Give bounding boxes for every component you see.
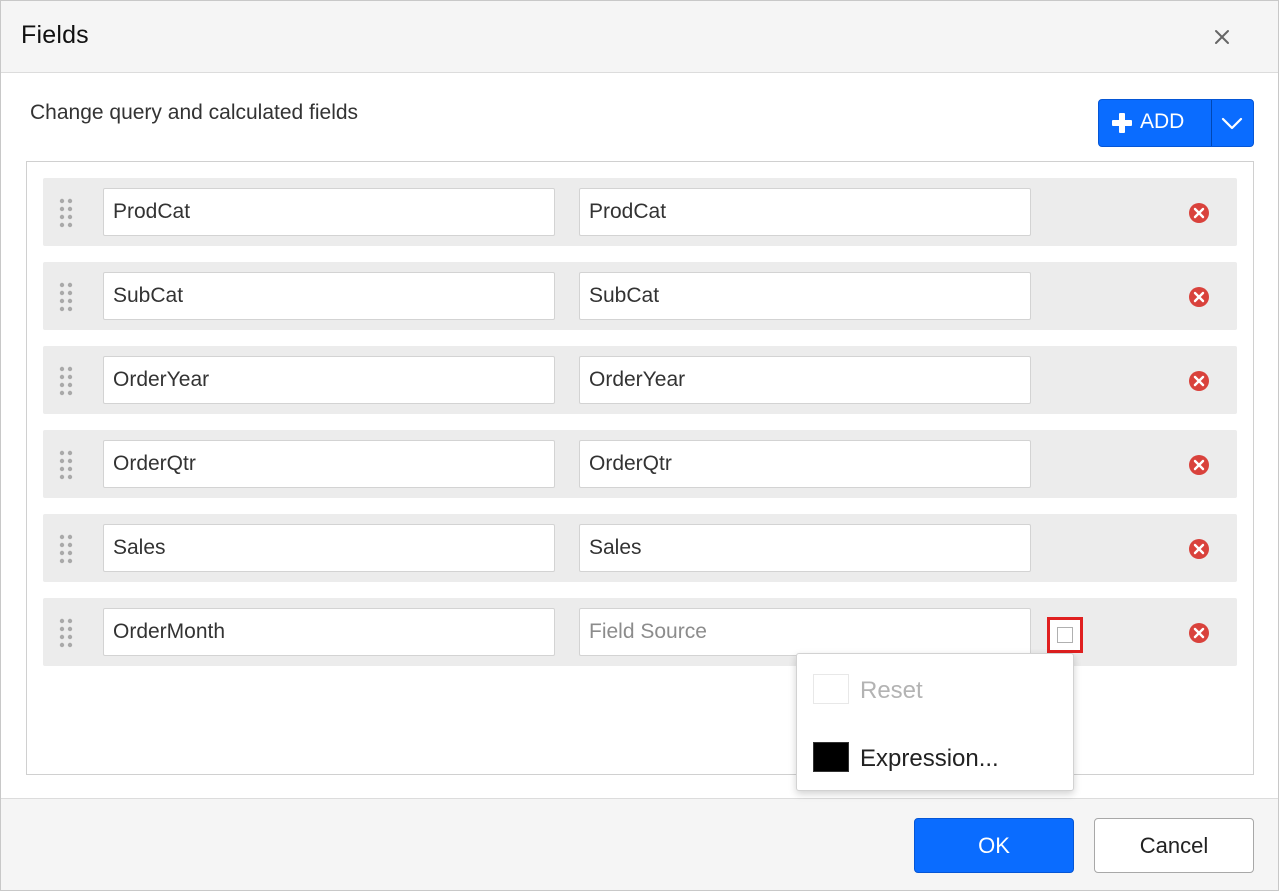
dialog-subtitle: Change query and calculated fields <box>30 101 359 124</box>
field-row <box>43 262 1237 330</box>
drag-handle-icon[interactable] <box>58 450 74 480</box>
drag-handle-icon[interactable] <box>58 618 74 648</box>
field-source-input[interactable] <box>579 188 1031 236</box>
close-button[interactable] <box>1210 25 1234 49</box>
field-name-input[interactable] <box>103 524 555 572</box>
remove-field-button[interactable] <box>1188 370 1210 392</box>
field-name-input[interactable] <box>103 440 555 488</box>
fields-dialog: Fields Change query and calculated field… <box>0 0 1279 891</box>
remove-circle-icon <box>1189 203 1209 223</box>
add-button-label: ADD <box>1140 110 1185 133</box>
menu-item-label: Expression... <box>860 745 999 772</box>
field-source-input[interactable] <box>579 272 1031 320</box>
menu-item-reset[interactable]: Reset <box>797 658 1073 718</box>
remove-field-button[interactable] <box>1188 538 1210 560</box>
remove-field-button[interactable] <box>1188 286 1210 308</box>
field-source-input[interactable] <box>579 524 1031 572</box>
remove-circle-icon <box>1189 371 1209 391</box>
drag-handle-icon[interactable] <box>58 282 74 312</box>
menu-item-expression[interactable]: Expression... <box>797 726 1073 786</box>
remove-circle-icon <box>1189 455 1209 475</box>
menu-item-label: Reset <box>860 677 923 704</box>
chevron-down-icon <box>1221 117 1243 130</box>
remove-field-button[interactable] <box>1188 454 1210 476</box>
expression-menu-toggle[interactable] <box>1047 617 1083 653</box>
remove-circle-icon <box>1189 623 1209 643</box>
remove-field-button[interactable] <box>1188 622 1210 644</box>
drag-handle-icon[interactable] <box>58 366 74 396</box>
field-name-input[interactable] <box>103 272 555 320</box>
field-row <box>43 178 1237 246</box>
ok-button[interactable]: OK <box>914 818 1074 873</box>
field-name-input[interactable] <box>103 356 555 404</box>
remove-circle-icon <box>1189 287 1209 307</box>
dialog-header: Fields <box>1 1 1278 73</box>
drag-handle-icon[interactable] <box>58 198 74 228</box>
plus-icon <box>1112 113 1132 133</box>
expression-swatch-icon <box>813 742 849 772</box>
remove-field-button[interactable] <box>1188 202 1210 224</box>
field-row <box>43 346 1237 414</box>
field-source-input[interactable] <box>579 356 1031 404</box>
add-dropdown-button[interactable] <box>1212 100 1253 146</box>
drag-handle-icon[interactable] <box>58 534 74 564</box>
reset-swatch-icon <box>813 674 849 704</box>
add-button[interactable]: ADD <box>1099 100 1211 146</box>
dialog-footer: OK Cancel <box>1 798 1278 890</box>
dialog-title: Fields <box>21 21 89 49</box>
add-split-button: ADD <box>1098 99 1254 147</box>
cancel-button[interactable]: Cancel <box>1094 818 1254 873</box>
field-name-input[interactable] <box>103 188 555 236</box>
expression-swatch-icon <box>1057 627 1073 643</box>
field-row <box>43 514 1237 582</box>
field-source-input[interactable] <box>579 440 1031 488</box>
close-icon <box>1215 30 1229 44</box>
expression-context-menu: Reset Expression... <box>796 653 1074 791</box>
field-row <box>43 430 1237 498</box>
field-name-input[interactable] <box>103 608 555 656</box>
field-source-input[interactable] <box>579 608 1031 656</box>
remove-circle-icon <box>1189 539 1209 559</box>
